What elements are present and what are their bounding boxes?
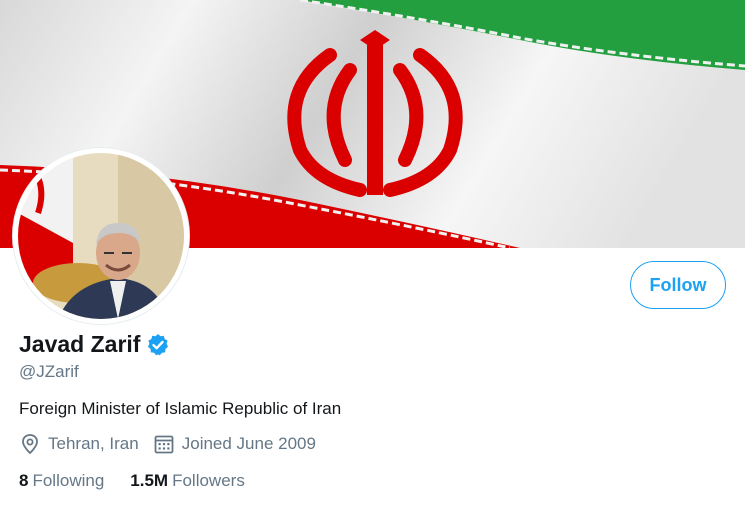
avatar-photo <box>18 153 184 319</box>
profile-avatar[interactable] <box>13 148 189 324</box>
profile-meta: Tehran, Iran Joined June 2009 <box>19 433 330 455</box>
joined-item: Joined June 2009 <box>153 433 316 455</box>
following-link[interactable]: 8 Following <box>19 471 104 491</box>
profile-bio: Foreign Minister of Islamic Republic of … <box>19 399 342 418</box>
follow-button[interactable]: Follow <box>630 261 726 309</box>
following-label: Following <box>32 471 105 490</box>
followers-label: Followers <box>172 471 245 490</box>
joined-text: Joined June 2009 <box>181 434 316 453</box>
location-item: Tehran, Iran <box>19 433 139 455</box>
followers-count: 1.5M <box>130 471 169 490</box>
verified-badge-icon <box>146 333 170 357</box>
display-name: Javad Zarif <box>19 331 141 357</box>
location-text: Tehran, Iran <box>48 434 139 453</box>
name-row: Javad Zarif <box>19 331 170 358</box>
followers-link[interactable]: 1.5M Followers <box>130 471 245 491</box>
calendar-icon <box>153 433 175 455</box>
location-pin-icon <box>19 433 41 455</box>
profile-handle: @JZarif <box>19 362 79 381</box>
profile-stats: 8 Following 1.5M Followers <box>19 471 271 491</box>
following-count: 8 <box>19 471 29 490</box>
